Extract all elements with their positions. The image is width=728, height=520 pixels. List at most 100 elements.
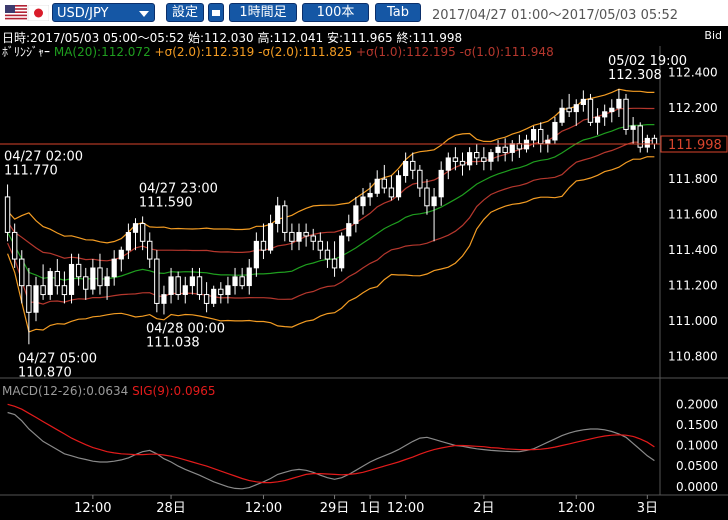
- candle-down: [388, 187, 395, 198]
- candle-down: [502, 146, 508, 154]
- candle-up: [594, 116, 601, 123]
- candle-down: [410, 160, 416, 171]
- price-tick-label: 111.600: [668, 208, 718, 222]
- candle-up: [111, 258, 117, 278]
- candle-down: [40, 285, 46, 296]
- x-tick-label: 12:00: [245, 501, 282, 516]
- x-tick-label: 1日: [359, 501, 380, 516]
- candle-down: [324, 249, 331, 260]
- candle-down: [11, 231, 18, 260]
- candle-up: [445, 157, 451, 171]
- candle-down: [97, 267, 103, 287]
- candle-down: [381, 178, 388, 189]
- chevron-down-icon: [139, 11, 149, 17]
- symbol-selector[interactable]: USD/JPY: [52, 3, 155, 22]
- candle-up: [367, 192, 373, 198]
- candle-down: [289, 231, 295, 242]
- candle-up: [296, 232, 302, 242]
- candle-up: [495, 146, 501, 153]
- candle-down: [147, 240, 153, 260]
- candle-down: [623, 98, 629, 130]
- annotation-date: 04/27 05:00: [18, 351, 97, 366]
- candle-down: [417, 169, 423, 189]
- minimize-icon: [212, 10, 220, 16]
- candle-up: [523, 139, 530, 150]
- candle-up: [353, 205, 359, 224]
- symbol-label: USD/JPY: [57, 6, 109, 21]
- candle-up: [90, 267, 96, 290]
- macd-tick-label: 0.1500: [676, 418, 718, 432]
- candle-down: [75, 263, 82, 278]
- candle-down: [218, 288, 224, 296]
- candle-up: [559, 107, 565, 123]
- candle-down: [538, 128, 544, 145]
- bar-count-button[interactable]: 100本: [302, 3, 369, 22]
- moving-average-line: [7, 124, 655, 281]
- candle-up: [253, 240, 259, 269]
- candle-down: [424, 187, 430, 207]
- candle-down: [203, 294, 210, 304]
- candle-up: [132, 223, 139, 233]
- candle-down: [331, 258, 338, 269]
- candle-down: [4, 196, 11, 233]
- candle-down: [139, 223, 146, 242]
- candle-up: [530, 129, 537, 141]
- macd-tick-label: 0.2000: [676, 397, 718, 411]
- candle-down: [154, 258, 160, 304]
- candle-down: [239, 276, 245, 287]
- candle-up: [47, 271, 53, 295]
- bollinger-upper-2sigma: [7, 88, 655, 244]
- candle-up: [346, 223, 352, 237]
- candle-up: [395, 175, 402, 198]
- candle-up: [488, 152, 494, 162]
- price-tick-label: 110.800: [668, 350, 718, 364]
- timeframe-button[interactable]: 1時間足: [229, 3, 297, 22]
- candle-up: [267, 223, 274, 251]
- candle-up: [125, 232, 132, 251]
- candle-up: [182, 285, 188, 295]
- candle-up: [545, 139, 551, 145]
- price-chart[interactable]: 04/27 02:00111.770 04/27 05:00110.870 04/2…: [0, 26, 728, 520]
- minimize-button[interactable]: [208, 3, 224, 22]
- annotation-price: 111.770: [4, 163, 58, 178]
- candle-down: [260, 240, 267, 251]
- candle-up: [246, 267, 252, 287]
- candle-up: [339, 235, 345, 269]
- current-price-label: 111.998: [668, 138, 722, 153]
- price-tick-label: 111.400: [668, 243, 718, 257]
- settings-button[interactable]: 設定: [166, 3, 204, 22]
- date-range: 2017/04/27 01:00～2017/05/03 05:52: [432, 8, 679, 23]
- candle-up: [33, 285, 39, 313]
- tab-button[interactable]: Tab: [375, 3, 421, 22]
- candle-down: [83, 276, 89, 290]
- signal-line: [7, 403, 655, 484]
- price-tick-label: 112.400: [668, 66, 718, 80]
- candle-down: [282, 205, 288, 233]
- macd-tick-label: 0.1000: [676, 439, 718, 453]
- candle-down: [317, 240, 324, 251]
- candle-down: [310, 235, 316, 242]
- candle-up: [467, 152, 473, 166]
- x-tick-label: 29日: [320, 501, 350, 516]
- annotation-date: 04/28 00:00: [146, 321, 225, 336]
- price-tick-label: 111.000: [668, 314, 718, 328]
- annotation-date: 04/27 23:00: [139, 181, 218, 196]
- candle-up: [232, 276, 238, 287]
- candle-up: [189, 276, 195, 287]
- candle-up: [161, 294, 167, 304]
- candle-down: [587, 98, 594, 123]
- x-tick-label: 3日: [637, 501, 658, 516]
- x-tick-label: 2日: [473, 501, 494, 516]
- candle-up: [616, 98, 622, 109]
- x-tick-label: 12:00: [74, 501, 111, 516]
- candle-down: [651, 137, 658, 145]
- candle-up: [211, 288, 217, 304]
- macd-tick-label: 0.0500: [676, 459, 718, 473]
- candle-up: [225, 285, 231, 295]
- candle-up: [438, 169, 444, 198]
- candle-up: [552, 121, 558, 141]
- candle-up: [118, 249, 124, 260]
- candle-up: [68, 263, 75, 295]
- bollinger-lower-2sigma: [7, 156, 655, 333]
- candle-down: [19, 258, 25, 287]
